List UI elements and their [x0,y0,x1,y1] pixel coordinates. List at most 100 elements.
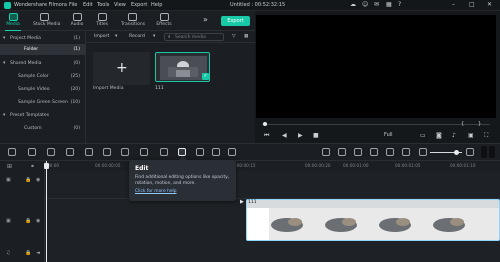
close-icon[interactable]: ✕ [487,1,492,8]
notification-icon[interactable]: ✉ [374,1,379,8]
cut-icon[interactable] [66,148,74,156]
menu-help[interactable]: Help [151,2,162,8]
timeline-toolbar [0,143,500,161]
step-back-icon[interactable]: ◀ [282,132,287,139]
menu-file[interactable]: File [69,2,77,8]
crop-icon[interactable] [85,148,93,156]
tab-effects[interactable]: Effects [153,12,175,30]
sidebar-item-sample-video[interactable]: Sample Video (20) [0,84,86,95]
tab-audio[interactable]: Audio [66,12,88,30]
sidebar-item-folder[interactable]: Folder (1) [0,44,86,55]
ruler-tick: 00:00:00:20 [305,163,331,168]
timeline-ruler[interactable]: 00:00 00:00:00:05 00:00:00:10 00:00:00:1… [45,161,500,171]
keyframe-icon[interactable] [196,148,204,156]
lock-icon[interactable]: 🔒 [25,250,31,256]
add-track-icon[interactable]: ⊞ [7,163,12,170]
minimize-icon[interactable]: – [452,1,455,8]
grid-view-icon[interactable]: ▦ [244,34,248,39]
quality-dropdown[interactable]: Full [384,132,393,138]
volume-icon[interactable]: ♪ [452,132,456,139]
search-icon: ⌕ [168,35,171,40]
record-dropdown[interactable]: Record [129,34,145,39]
sidebar-item-sample-green-screen[interactable]: Sample Green Screen (10) [0,97,86,108]
snapshot-icon[interactable]: ◙ [436,132,442,139]
link-icon[interactable]: ⚭ [30,163,35,170]
lock-icon[interactable]: 🔒 [25,218,31,224]
color-icon[interactable] [140,148,148,156]
scrubber-handle[interactable] [263,122,267,126]
marker-icon[interactable] [338,148,346,156]
tab-stock-media[interactable]: Stock Media [33,12,61,30]
check-icon[interactable]: ✓ [202,73,209,80]
speaker-icon[interactable]: ◄ [36,250,40,256]
export-button[interactable]: Export [221,16,250,26]
render-icon[interactable]: ▣ [468,132,474,139]
delete-icon[interactable] [47,148,55,156]
import-dropdown[interactable]: Import [94,34,109,39]
sidebar-item-count: (25) [70,74,80,79]
eye-icon[interactable]: ◉ [36,218,40,224]
zoom-slider-handle[interactable] [454,150,459,155]
split-audio-icon[interactable] [228,148,236,156]
lock-icon[interactable]: 🔒 [25,177,31,183]
preview-scrubber[interactable] [262,124,490,125]
eye-icon[interactable]: ◉ [36,177,40,183]
zoom-out-icon[interactable] [419,148,427,156]
cloud-icon[interactable]: ☁ [350,1,356,8]
help-icon[interactable]: ? [398,1,401,8]
clip-filmstrip [247,200,499,240]
sidebar-item-shared-media[interactable]: ▾ Shared Media (0) [0,58,86,69]
mark-in-icon[interactable]: { [461,121,464,127]
more-tabs-icon[interactable]: » [203,15,208,24]
tooltip-help-link[interactable]: Click for more help [135,189,230,194]
motion-icon[interactable] [160,148,168,156]
tab-titles[interactable]: Titles [91,12,113,30]
playhead-handle[interactable] [44,163,49,169]
audio-mixer-icon[interactable] [370,148,378,156]
speed-icon[interactable] [103,148,111,156]
monitor-icon[interactable]: ▭ [420,132,426,139]
green-screen-icon[interactable] [212,148,220,156]
voiceover-icon[interactable] [354,148,362,156]
track-layout-icon[interactable] [481,146,487,158]
render-preview-icon[interactable] [322,148,330,156]
sidebar-item-preset-templates[interactable]: ▾ Preset Templates [0,110,86,121]
undo-icon[interactable] [8,148,16,156]
import-media-tile[interactable]: + [93,52,150,85]
fullscreen-icon[interactable]: ⛶ [484,132,488,140]
audio-track-icon: ♫ [6,250,11,256]
maximize-icon[interactable]: □ [469,1,475,8]
filter-icon[interactable]: ▽ [232,34,236,39]
snapshot-timeline-icon[interactable] [386,148,394,156]
track-number-icon: ▣ [6,177,11,183]
sidebar-item-count: (0) [73,126,80,131]
account-icon[interactable]: ☺ [362,1,368,8]
track-layout-icon[interactable] [489,146,495,158]
menu-tools[interactable]: Tools [97,2,109,8]
play-icon[interactable]: ▶ [298,132,303,139]
tab-stock-media-label: Stock Media [33,22,61,27]
sidebar-item-project-media[interactable]: ▾ Project Media (1) [0,33,86,44]
tab-media[interactable]: Media [2,12,24,31]
redo-icon[interactable] [28,148,36,156]
menu-export[interactable]: Export [131,2,147,8]
tab-audio-label: Audio [70,22,84,27]
stop-icon[interactable]: ■ [313,132,319,139]
playhead[interactable] [46,161,47,262]
tab-transitions[interactable]: Transitions [121,12,145,30]
zoom-in-icon[interactable] [466,148,474,156]
menu-edit[interactable]: Edit [83,2,93,8]
chevron-down-icon: ▾ [3,113,6,118]
magnet-icon[interactable] [402,148,410,156]
freeze-frame-icon[interactable] [121,148,129,156]
prev-frame-icon[interactable]: ⏮ [264,132,269,140]
layout-icon[interactable]: ▦ [386,1,392,8]
mark-out-icon[interactable]: } [478,121,481,127]
timeline-video-clip[interactable] [246,199,500,241]
tab-effects-label: Effects [156,22,172,27]
search-input[interactable]: Search media [164,33,224,41]
sidebar-item-sample-color[interactable]: Sample Color (25) [0,71,86,82]
edit-icon[interactable] [178,148,186,156]
sidebar-item-custom[interactable]: Custom (0) [0,123,86,134]
menu-view[interactable]: View [114,2,126,8]
